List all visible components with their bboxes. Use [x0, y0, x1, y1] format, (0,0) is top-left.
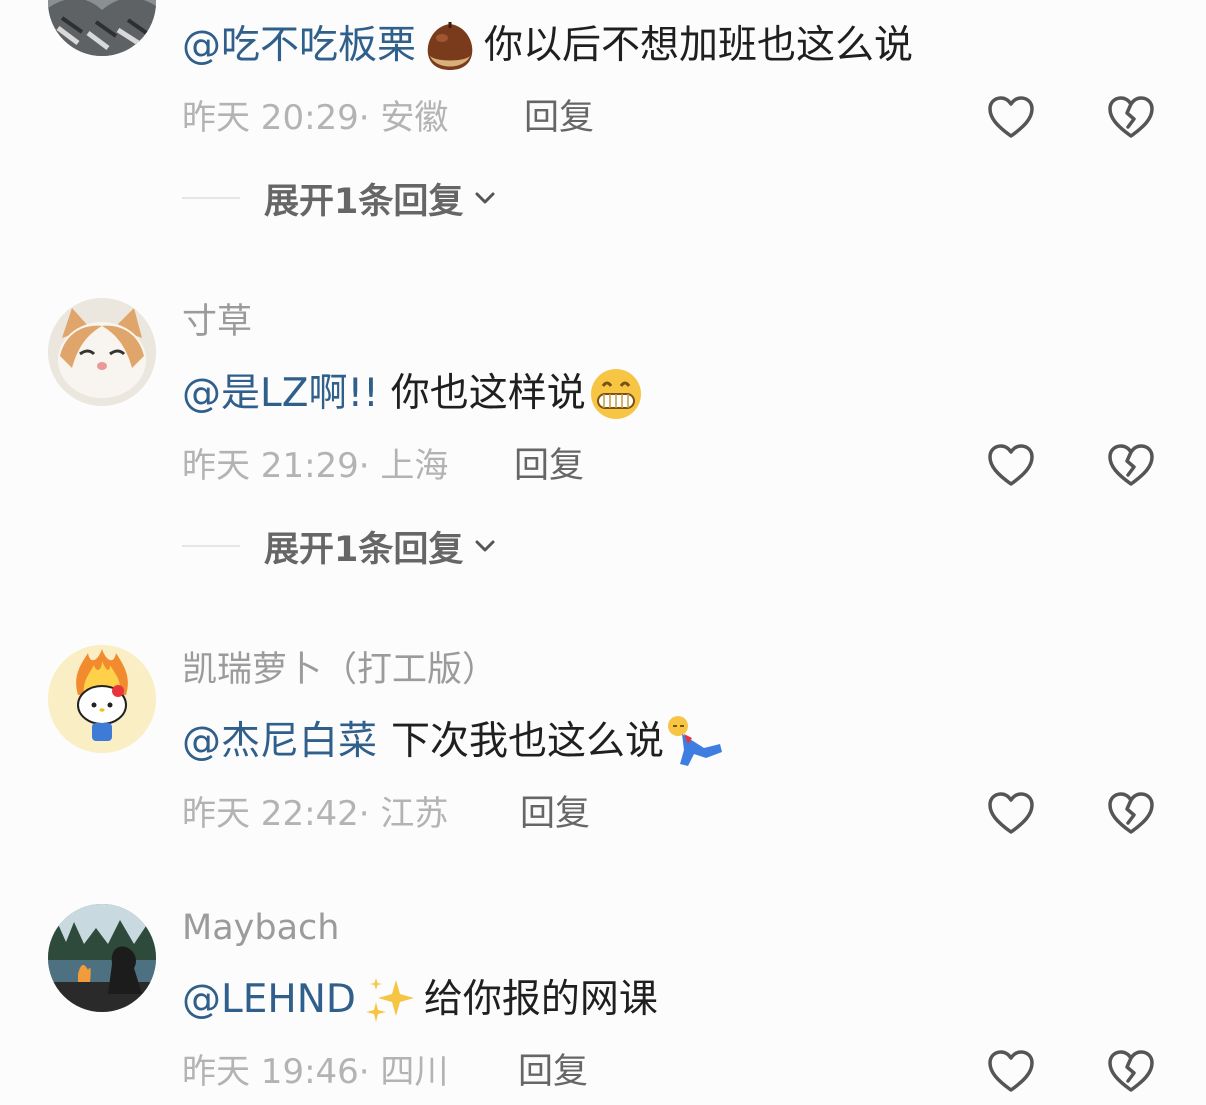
username[interactable]: 寸草 — [182, 300, 252, 344]
expand-replies-button[interactable]: 展开1条回复 — [182, 176, 499, 222]
mention-link[interactable]: @是LZ啊!! — [182, 368, 379, 420]
broken-heart-icon — [1108, 96, 1154, 138]
comment-text: 你以后不想加班也这么说 — [484, 23, 914, 68]
comment-text: 下次我也这么说 — [391, 719, 665, 764]
heart-icon — [988, 444, 1034, 486]
broken-heart-icon — [1108, 792, 1154, 834]
cat-avatar-image — [48, 0, 156, 56]
divider — [182, 545, 240, 547]
expand-replies-button[interactable]: 展开1条回复 — [182, 524, 499, 570]
reply-button[interactable]: 回复 — [524, 96, 594, 140]
comment-meta: 昨天 22:42· 江苏 — [182, 794, 449, 834]
username[interactable]: Maybach — [182, 906, 339, 950]
username[interactable]: 凯瑞萝卜（打工版） — [182, 648, 497, 692]
comment-body: @LEHND 给你报的网课 — [182, 972, 658, 1028]
divider — [182, 197, 240, 199]
grin-emoji-icon — [588, 366, 644, 422]
like-button[interactable] — [986, 789, 1036, 839]
chevron-down-icon — [471, 184, 499, 212]
mention-link[interactable]: @杰尼白菜 — [182, 716, 377, 768]
heart-icon — [988, 1050, 1034, 1092]
comment-body: @杰尼白菜 下次我也这么说 — [182, 714, 726, 770]
reply-button[interactable]: 回复 — [520, 792, 590, 836]
smiling-cat-avatar-image — [48, 298, 156, 406]
mention-link[interactable]: @LEHND — [182, 974, 356, 1026]
avatar[interactable] — [48, 0, 156, 56]
broken-heart-icon — [1108, 1050, 1154, 1092]
comment-meta: 昨天 20:29· 安徽 — [182, 98, 449, 138]
avatar[interactable] — [48, 298, 156, 406]
dislike-button[interactable] — [1106, 1047, 1156, 1097]
reply-button[interactable]: 回复 — [514, 444, 584, 488]
comment-meta: 昨天 21:29· 上海 — [182, 446, 449, 486]
expand-replies-label: 展开1条回复 — [264, 181, 464, 222]
comment-body: @吃不吃板栗 你以后不想加班也这么说 — [182, 18, 913, 74]
hello-kitty-avatar-image — [48, 645, 156, 753]
chevron-down-icon — [471, 532, 499, 560]
avatar[interactable] — [48, 645, 156, 753]
like-button[interactable] — [986, 441, 1036, 491]
heart-icon — [988, 792, 1034, 834]
broken-heart-icon — [1108, 444, 1154, 486]
comment-text: 你也这样说 — [390, 371, 586, 416]
heart-icon — [988, 96, 1034, 138]
comment-body: @是LZ啊!! 你也这样说 — [182, 366, 650, 422]
reply-button[interactable]: 回复 — [518, 1050, 588, 1094]
comment-meta: 昨天 19:46· 四川 — [182, 1052, 449, 1092]
expand-replies-label: 展开1条回复 — [264, 529, 464, 570]
lakeside-campfire-avatar-image — [48, 904, 156, 1012]
comment-text: 给你报的网课 — [423, 977, 658, 1022]
sparkles-emoji-icon — [362, 972, 418, 1028]
like-button[interactable] — [986, 93, 1036, 143]
chestnut-emoji-icon — [422, 18, 478, 74]
avatar[interactable] — [48, 904, 156, 1012]
dislike-button[interactable] — [1106, 789, 1156, 839]
like-button[interactable] — [986, 1047, 1036, 1097]
dislike-button[interactable] — [1106, 93, 1156, 143]
lying-down-emoji-icon — [664, 714, 723, 770]
dislike-button[interactable] — [1106, 441, 1156, 491]
mention-link[interactable]: @吃不吃板栗 — [182, 20, 416, 72]
